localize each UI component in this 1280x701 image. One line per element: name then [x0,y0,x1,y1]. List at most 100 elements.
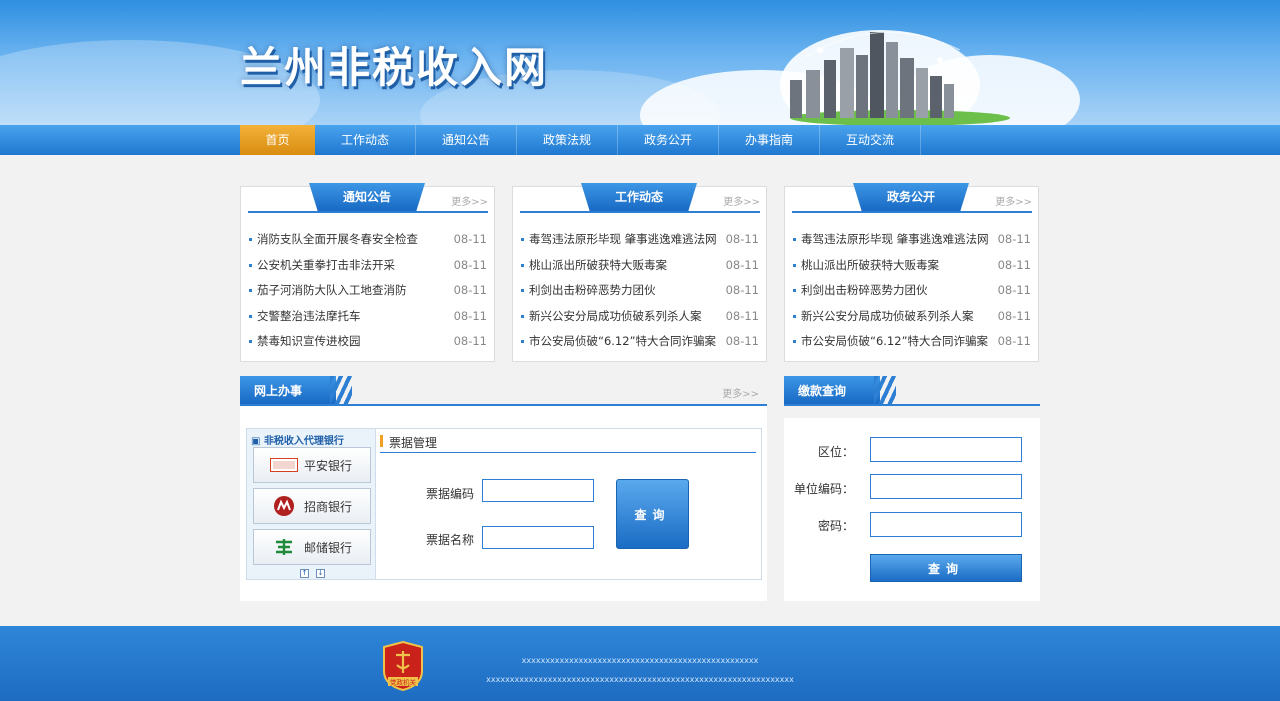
list-item[interactable]: 利剑出击粉碎恶势力团伙 08-11 [521,278,759,304]
area-input[interactable] [870,437,1022,462]
nav-item-interaction[interactable]: 互动交流 [820,125,921,155]
pingan-logo-icon [270,454,298,476]
ticket-title: 票据管理 [389,436,438,450]
list-item[interactable]: 桃山派出所破获特大贩毒案 08-11 [521,253,759,279]
news-list: 毒驾违法原形毕现 肇事逃逸难逃法网 08-11 桃山派出所破获特大贩毒案 08-11… [521,227,759,355]
bank-button-cmb[interactable]: 招商银行 [253,488,371,524]
bank-button-pingan[interactable]: 平安银行 [253,447,371,483]
news-box-title[interactable]: 通知公告 [309,183,425,213]
unit-code-input[interactable] [870,474,1022,499]
bank-name: 邮储银行 [304,540,353,555]
ticket-name-input[interactable] [482,526,594,549]
ticket-header: 票据管理 [380,433,756,453]
news-date: 08-11 [725,334,759,348]
list-item[interactable]: 毒驾违法原形毕现 肇事逃逸难逃法网 08-11 [521,227,759,253]
news-title[interactable]: 毒驾违法原形毕现 肇事逃逸难逃法网 [793,227,989,253]
news-title[interactable]: 市公安局侦破“6.12”特大合同诈骗案 [521,329,716,355]
news-date: 08-11 [997,232,1031,246]
news-title[interactable]: 桃山派出所破获特大贩毒案 [521,253,667,279]
ticket-code-label: 票据编码 [426,487,475,501]
ticket-code-input[interactable] [482,479,594,502]
footer-line-2: xxxxxxxxxxxxxxxxxxxxxxxxxxxxxxxxxxxxxxxx… [486,675,794,684]
list-item[interactable]: 市公安局侦破“6.12”特大合同诈骗案 08-11 [521,329,759,355]
news-date: 08-11 [453,232,487,246]
news-title[interactable]: 利剑出击粉碎恶势力团伙 [793,278,928,304]
news-date: 08-11 [997,308,1031,323]
section-title: 缴款查询 [784,376,880,406]
news-date: 08-11 [725,232,759,246]
list-item[interactable]: 新兴公安分局成功侦破系列杀人案 08-11 [793,304,1031,330]
news-list: 毒驾违法原形毕现 肇事逃逸难逃法网 08-11 桃山派出所破获特大贩毒案 08-11… [793,227,1031,355]
divider [792,211,1032,213]
nav-item-notices[interactable]: 通知公告 [416,125,517,155]
news-title[interactable]: 交警整治违法摩托车 [249,304,361,330]
password-input[interactable] [870,512,1022,537]
nav-item-policies[interactable]: 政策法规 [517,125,618,155]
news-title[interactable]: 利剑出击粉碎恶势力团伙 [521,278,656,304]
password-label: 密码： [817,519,854,533]
area-label: 区位： [817,445,854,459]
nav-item-work-news[interactable]: 工作动态 [315,125,416,155]
news-date: 08-11 [725,283,759,297]
divider [784,404,1040,406]
site-title: 兰州非税收入网 [240,43,549,92]
news-box-title[interactable]: 政务公开 [853,183,969,213]
site-footer: 党政机关 xxxxxxxxxxxxxxxxxxxxxxxxxxxxxxxxxxx… [0,626,1280,701]
news-date: 08-11 [453,257,487,272]
news-title[interactable]: 茄子河消防大队入工地查消防 [249,278,407,304]
section-title: 网上办事 [240,376,336,406]
ticket-name-label: 票据名称 [426,533,475,547]
list-item[interactable]: 利剑出击粉碎恶势力团伙 08-11 [793,278,1031,304]
nav-item-service-guide[interactable]: 办事指南 [719,125,820,155]
list-item[interactable]: 毒驾违法原形毕现 肇事逃逸难逃法网 08-11 [793,227,1031,253]
news-date: 08-11 [453,308,487,323]
site-header: 兰州非税收入网 [0,0,1280,125]
list-item[interactable]: 桃山派出所破获特大贩毒案 08-11 [793,253,1031,279]
more-link[interactable]: 更多>> [723,193,760,208]
agent-bank-list: ▣ 非税收入代理银行 平安银行 招商银行 邮储银行 ↑ ↓ [246,428,376,580]
news-title[interactable]: 消防支队全面开展冬春安全检查 [249,227,418,253]
news-date: 08-11 [725,257,759,272]
news-box-title[interactable]: 工作动态 [581,183,697,213]
bank-button-psbc[interactable]: 邮储银行 [253,529,371,565]
news-title[interactable]: 公安机关重拳打击非法开采 [249,253,395,279]
footer-line-1: xxxxxxxxxxxxxxxxxxxxxxxxxxxxxxxxxxxxxxxx… [521,656,759,665]
list-item[interactable]: 市公安局侦破“6.12”特大合同诈骗案 08-11 [793,329,1031,355]
accent-bar [380,435,383,447]
news-date: 08-11 [725,308,759,323]
main-navigation: 首页 工作动态 通知公告 政策法规 政务公开 办事指南 互动交流 [0,125,1280,155]
news-box-gov-affairs: 政务公开 更多>> 毒驾违法原形毕现 肇事逃逸难逃法网 08-11 桃山派出所破获… [784,183,1039,362]
more-link[interactable]: 更多>> [722,385,759,400]
stripe-decoration [330,376,352,406]
list-item[interactable]: 新兴公安分局成功侦破系列杀人案 08-11 [521,304,759,330]
stripe-decoration [874,376,896,406]
payment-query-button[interactable]: 查询 [870,554,1022,582]
nav-item-gov-affairs[interactable]: 政务公开 [618,125,719,155]
news-date: 08-11 [997,257,1031,272]
more-link[interactable]: 更多>> [995,193,1032,208]
news-box-notices: 通知公告 更多>> 消防支队全面开展冬春安全检查 08-11 公安机关重拳打击非法… [240,183,495,362]
payment-query-panel: 区位： 单位编码： 密码： 查询 [784,418,1040,601]
nav-item-home[interactable]: 首页 [240,125,315,155]
list-item[interactable]: 消防支队全面开展冬春安全检查 08-11 [249,227,487,253]
news-title[interactable]: 桃山派出所破获特大贩毒案 [793,253,939,279]
news-title[interactable]: 新兴公安分局成功侦破系列杀人案 [793,304,974,330]
list-item[interactable]: 茄子河消防大队入工地查消防 08-11 [249,278,487,304]
online-service-header: 网上办事 更多>> [240,376,767,406]
more-link[interactable]: 更多>> [451,193,488,208]
news-title[interactable]: 禁毒知识宣传进校园 [249,329,361,355]
list-item[interactable]: 禁毒知识宣传进校园 08-11 [249,329,487,355]
list-item[interactable]: 交警整治违法摩托车 08-11 [249,304,487,330]
scroll-down-button[interactable]: ↓ [316,569,325,578]
ticket-query-button[interactable]: 查询 [616,479,689,549]
news-date: 08-11 [997,283,1031,297]
scroll-up-button[interactable]: ↑ [300,569,309,578]
bank-name: 招商银行 [304,499,353,514]
news-title[interactable]: 毒驾违法原形毕现 肇事逃逸难逃法网 [521,227,717,253]
ticket-management-panel: 票据管理 票据编码 票据名称 查询 [376,428,762,580]
news-title[interactable]: 市公安局侦破“6.12”特大合同诈骗案 [793,329,988,355]
bank-list-title: ▣ 非税收入代理银行 [251,436,344,447]
list-item[interactable]: 公安机关重拳打击非法开采 08-11 [249,253,487,279]
news-title[interactable]: 新兴公安分局成功侦破系列杀人案 [521,304,702,330]
online-service-panel: ▣ 非税收入代理银行 平安银行 招商银行 邮储银行 ↑ ↓ 票据管理 票据编码 [240,406,767,601]
